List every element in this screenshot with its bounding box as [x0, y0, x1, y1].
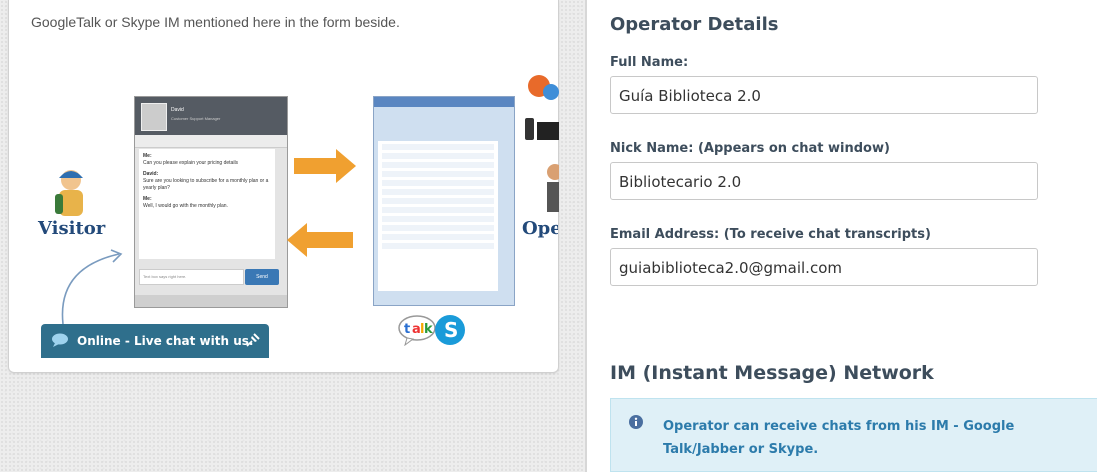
skype-titlebar: [374, 97, 514, 107]
list-item: [382, 207, 494, 213]
curved-arrow-icon: [61, 249, 123, 325]
skype-window-mockup: [373, 96, 515, 306]
chat-message-sender: David:: [143, 171, 159, 177]
operator-icon: [547, 164, 559, 212]
skype-contact-list: [378, 141, 498, 291]
full-name-label: Full Name:: [610, 55, 689, 70]
email-field[interactable]: guiabiblioteca2.0@gmail.com: [610, 248, 1038, 286]
chat-message-text: Well, I would go with the monthly plan.: [143, 203, 228, 209]
visitor-label: Visitor: [38, 218, 106, 239]
email-label: Email Address: (To receive chat transcri…: [610, 227, 931, 242]
list-item: [382, 180, 494, 186]
chat-footer: [135, 295, 287, 307]
chat-agent-name: David: [171, 107, 184, 113]
list-item: [382, 216, 494, 222]
chat-message: Me: Well, I would go with the monthly pl…: [143, 196, 271, 210]
devices-icon: [525, 75, 559, 140]
list-item: [382, 198, 494, 204]
chat-input-mockup: Text box says right here.: [139, 269, 244, 285]
visitor-icon: [55, 170, 83, 216]
nick-name-label: Nick Name: (Appears on chat window): [610, 141, 890, 156]
svg-text:k: k: [424, 322, 433, 337]
full-name-field[interactable]: Guía Biblioteca 2.0: [610, 76, 1038, 114]
list-item: [382, 243, 494, 249]
chat-message: Me: Can you please explain your pricing …: [143, 153, 271, 167]
arrow-right-icon: [294, 149, 356, 183]
chat-message-text: Can you please explain your pricing deta…: [143, 160, 239, 166]
im-network-heading: IM (Instant Message) Network: [610, 362, 934, 384]
pin-icon: [246, 333, 260, 347]
chat-toolbar: [135, 135, 287, 148]
im-info-text: Operator can receive chats from his IM -…: [663, 419, 1015, 457]
list-item: [382, 225, 494, 231]
google-talk-logo-icon: t a l k: [398, 315, 436, 346]
im-info-box: Operator can receive chats from his IM -…: [610, 398, 1097, 472]
chat-window-mockup: David Customer Support Manager Me: Can y…: [134, 96, 288, 308]
illustration-card: GoogleTalk or Skype IM mentioned here in…: [8, 0, 559, 373]
chat-send-mockup: Send: [245, 269, 279, 285]
chat-transcript: Me: Can you please explain your pricing …: [139, 149, 275, 259]
intro-text: GoogleTalk or Skype IM mentioned here in…: [31, 14, 400, 30]
arrow-left-icon: [287, 223, 353, 257]
chat-agent-subtitle: Customer Support Manager: [171, 116, 221, 121]
live-chat-banner: Online - Live chat with us.: [41, 324, 269, 358]
list-item: [382, 144, 494, 150]
live-chat-banner-label: Online - Live chat with us.: [77, 334, 254, 348]
skype-logo-icon: S: [435, 315, 465, 345]
svg-text:t: t: [404, 322, 410, 337]
list-item: [382, 189, 494, 195]
list-item: [382, 234, 494, 240]
list-item: [382, 171, 494, 177]
info-icon: [629, 415, 643, 429]
chat-bubble-icon: [52, 333, 68, 347]
list-item: [382, 162, 494, 168]
svg-text:S: S: [444, 318, 458, 342]
chat-message-sender: Me:: [143, 196, 152, 202]
operator-label: Oper: [522, 218, 558, 239]
operator-details-heading: Operator Details: [610, 14, 779, 35]
chat-message-sender: Me:: [143, 153, 152, 159]
chat-window-header: David Customer Support Manager: [135, 97, 287, 135]
list-item: [382, 153, 494, 159]
chat-message-text: Sure are you looking to subscribe for a …: [143, 178, 269, 191]
nick-name-field[interactable]: Bibliotecario 2.0: [610, 162, 1038, 200]
chat-message: David: Sure are you looking to subscribe…: [143, 171, 271, 192]
avatar: [141, 103, 167, 131]
